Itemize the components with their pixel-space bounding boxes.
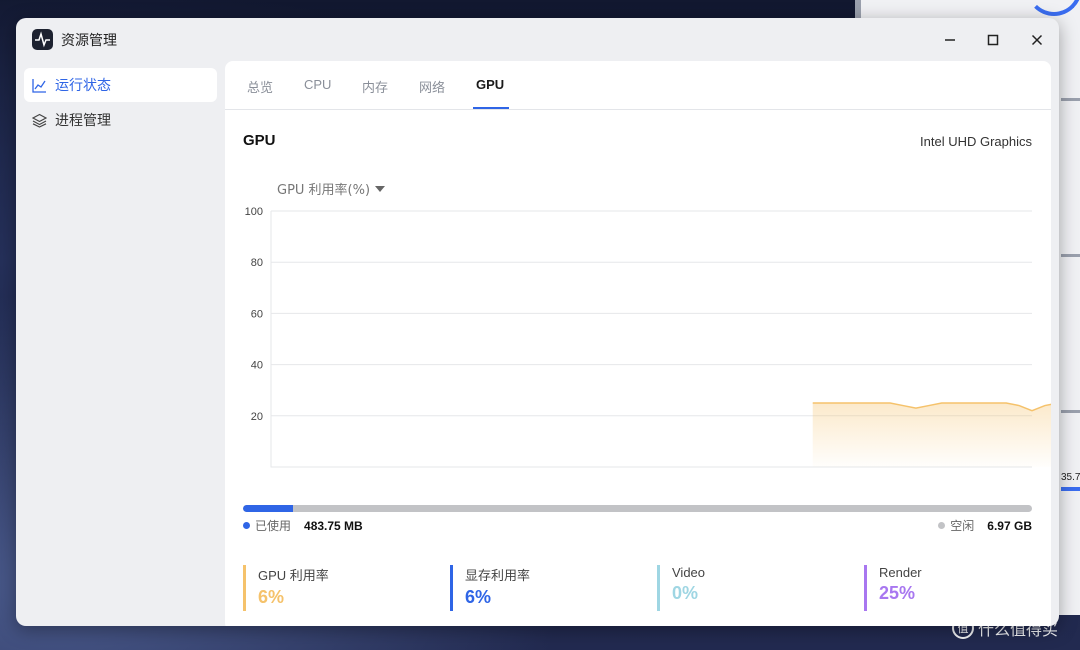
gpu-utilization-area [812,403,1051,467]
tab-overview[interactable]: 总览 [247,77,273,96]
background-gauge-icon [1026,0,1080,16]
background-divider [1061,98,1080,101]
tab-cpu[interactable]: CPU [304,77,331,92]
app-title: 资源管理 [61,33,117,49]
memory-used-legend: 已使用 483.75 MB [243,517,363,534]
free-dot-icon [938,522,946,529]
gpu-model-name: Intel UHD Graphics [920,134,1032,149]
stat-label: Render [879,565,922,580]
y-tick-label: 40 [251,360,263,372]
background-bar [1061,487,1080,491]
sidebar-item-label: 运行状态 [55,78,111,94]
memory-usage-fill [243,505,293,512]
stat-label: Video [672,565,706,580]
stat-label: 显存利用率 [465,568,531,583]
free-label: 空闲 [950,519,975,533]
y-tick-label: 60 [251,308,263,320]
free-value: 6.97 GB [987,518,1032,533]
tab-memory[interactable]: 内存 [362,77,388,96]
maximize-button[interactable] [979,28,1007,52]
metric-dropdown-label: GPU 利用率(%) [277,183,371,198]
line-chart-icon [32,78,46,93]
memory-usage-bar [243,505,1032,512]
minimize-button[interactable] [936,28,964,52]
sidebar-item-status[interactable]: 运行状态 [24,68,217,102]
stat-label: GPU 利用率 [258,568,329,583]
stat-value: 25% [879,583,916,603]
tab-gpu[interactable]: GPU [476,77,504,92]
stat-value: 0% [672,583,699,603]
stat-gpu-utilization: GPU 利用率 6% [243,565,329,611]
stat-vram-utilization: 显存利用率 6% [450,565,530,611]
layers-icon [32,113,47,128]
background-divider [1061,254,1080,257]
metric-dropdown[interactable]: GPU 利用率(%) [277,179,386,198]
stat-video: Video 0% [657,565,705,611]
resource-manager-window: 资源管理 运行状态 进程管理 总览 CPU 内存 网络 GPU GPU Inte… [16,18,1059,626]
sidebar-item-processes[interactable]: 进程管理 [24,103,217,137]
tab-bar: 总览 CPU 内存 网络 GPU [225,61,1051,110]
y-tick-label: 80 [251,257,263,269]
used-dot-icon [243,522,250,529]
content-panel: 总览 CPU 内存 网络 GPU GPU Intel UHD Graphics … [225,61,1051,626]
stat-value: 6% [258,587,285,607]
minimize-icon [945,39,955,41]
sidebar: 运行状态 进程管理 [16,62,225,626]
memory-free-legend: 空闲 6.97 GB [938,517,1032,534]
active-tab-indicator [473,107,509,109]
y-tick-label: 100 [245,206,263,218]
used-label: 已使用 [255,519,292,533]
close-icon [1031,34,1043,46]
stat-value: 6% [465,587,492,607]
used-value: 483.75 MB [304,518,363,533]
gpu-utilization-chart: 100 80 60 40 20 [245,206,1051,468]
background-value: 35.7 G [1061,472,1080,483]
sidebar-item-label: 进程管理 [55,113,111,129]
close-button[interactable] [1023,28,1051,52]
background-divider [1061,410,1080,413]
maximize-icon [987,34,999,46]
y-tick-label: 20 [251,411,263,423]
caret-down-icon [375,185,386,192]
tab-network[interactable]: 网络 [419,77,445,96]
stat-render: Render 25% [864,565,922,611]
section-title: GPU [243,132,276,149]
title-bar: 资源管理 [16,18,1059,62]
app-pulse-icon [32,29,53,50]
